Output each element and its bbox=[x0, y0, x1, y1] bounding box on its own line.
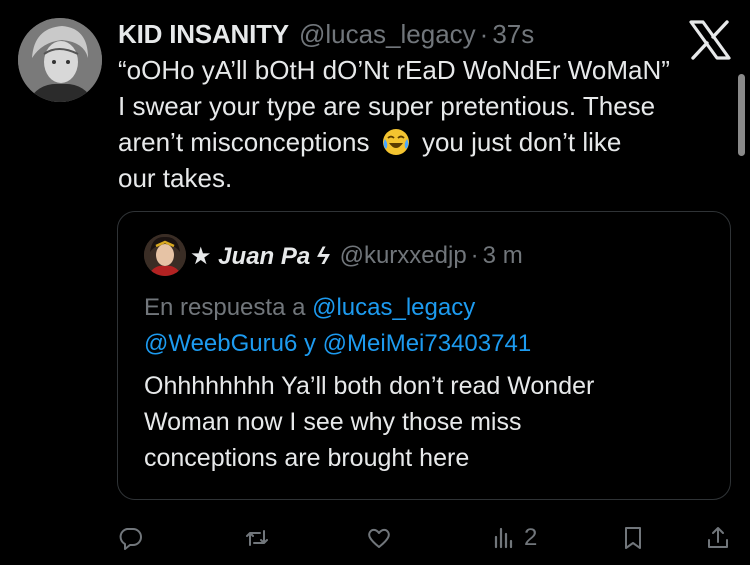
quote-author-avatar[interactable] bbox=[144, 234, 186, 276]
author-avatar[interactable] bbox=[18, 18, 102, 102]
mention-joiner: y bbox=[304, 330, 316, 357]
reply-icon bbox=[119, 528, 142, 550]
quote-text-line-1: Ohhhhhhhh Ya’ll both don’t read Wonder bbox=[144, 372, 595, 400]
views-count: 2 bbox=[524, 524, 538, 551]
reply-button[interactable] bbox=[116, 518, 144, 558]
quote-time[interactable]: 3 m bbox=[483, 242, 523, 270]
quote-author-name[interactable]: ★ Juan Pa ϟ bbox=[190, 242, 330, 271]
mention-link[interactable]: @lucas_legacy bbox=[312, 294, 475, 321]
tweet-line-3a: aren’t misconceptions bbox=[118, 127, 370, 157]
author-handle[interactable]: @lucas_legacy bbox=[299, 19, 476, 50]
tweet-time[interactable]: 37s bbox=[492, 19, 534, 50]
tweet-line-3b: you just don’t like bbox=[421, 127, 622, 157]
reply-prefix: En respuesta a bbox=[144, 294, 306, 321]
views-icon bbox=[494, 527, 513, 549]
tweet-line-2: I swear your type are super pretentious.… bbox=[118, 91, 656, 121]
share-icon bbox=[708, 527, 728, 548]
author-name[interactable]: KID INSANITY bbox=[118, 19, 289, 50]
quote-text-line-3: conceptions are brought here bbox=[144, 444, 470, 472]
tweet-header: KID INSANITY @lucas_legacy · 37s bbox=[118, 14, 690, 54]
like-button[interactable] bbox=[365, 518, 393, 558]
like-icon bbox=[368, 528, 390, 548]
separator-dot: · bbox=[479, 18, 489, 49]
share-button[interactable] bbox=[704, 518, 732, 558]
quoted-tweet[interactable]: ★ Juan Pa ϟ @kurxxedjp · 3 m En respuest… bbox=[117, 211, 731, 500]
avatar-image bbox=[18, 18, 102, 102]
quote-separator-dot: · bbox=[470, 242, 479, 269]
mention-link[interactable]: @WeebGuru6 bbox=[144, 330, 297, 357]
mention-link[interactable]: @MeiMei73403741 bbox=[323, 330, 532, 357]
quote-avatar-image bbox=[144, 234, 186, 276]
tweet-line-1: “oOHo yA’ll bOtH dO’Nt rEaD WoNdEr WoMaN… bbox=[118, 55, 670, 85]
tweet-line-3: aren’t misconceptions you just don’t lik… bbox=[118, 124, 733, 160]
bookmark-icon bbox=[625, 527, 641, 549]
quote-header: ★ Juan Pa ϟ @kurxxedjp · 3 m bbox=[190, 236, 523, 276]
retweet-button[interactable] bbox=[243, 518, 271, 558]
tweet-line-4: our takes. bbox=[118, 163, 233, 193]
action-bar: 2 bbox=[0, 518, 750, 558]
face-with-tears-of-joy-icon bbox=[382, 129, 409, 155]
reply-context: En respuesta a @lucas_legacy @WeebGuru6 … bbox=[144, 290, 714, 362]
quote-author-handle[interactable]: @kurxxedjp bbox=[340, 242, 467, 270]
quote-text: Ohhhhhhhh Ya’ll both don’t read Wonder W… bbox=[144, 368, 714, 476]
scrollbar[interactable] bbox=[738, 74, 745, 156]
retweet-icon bbox=[246, 530, 268, 546]
views-button[interactable]: 2 bbox=[490, 518, 537, 558]
tweet-text: “oOHo yA’ll bOtH dO’Nt rEaD WoNdEr WoMaN… bbox=[118, 52, 733, 196]
quote-text-line-2: Woman now I see why those miss bbox=[144, 408, 522, 436]
bookmark-button[interactable] bbox=[619, 518, 647, 558]
